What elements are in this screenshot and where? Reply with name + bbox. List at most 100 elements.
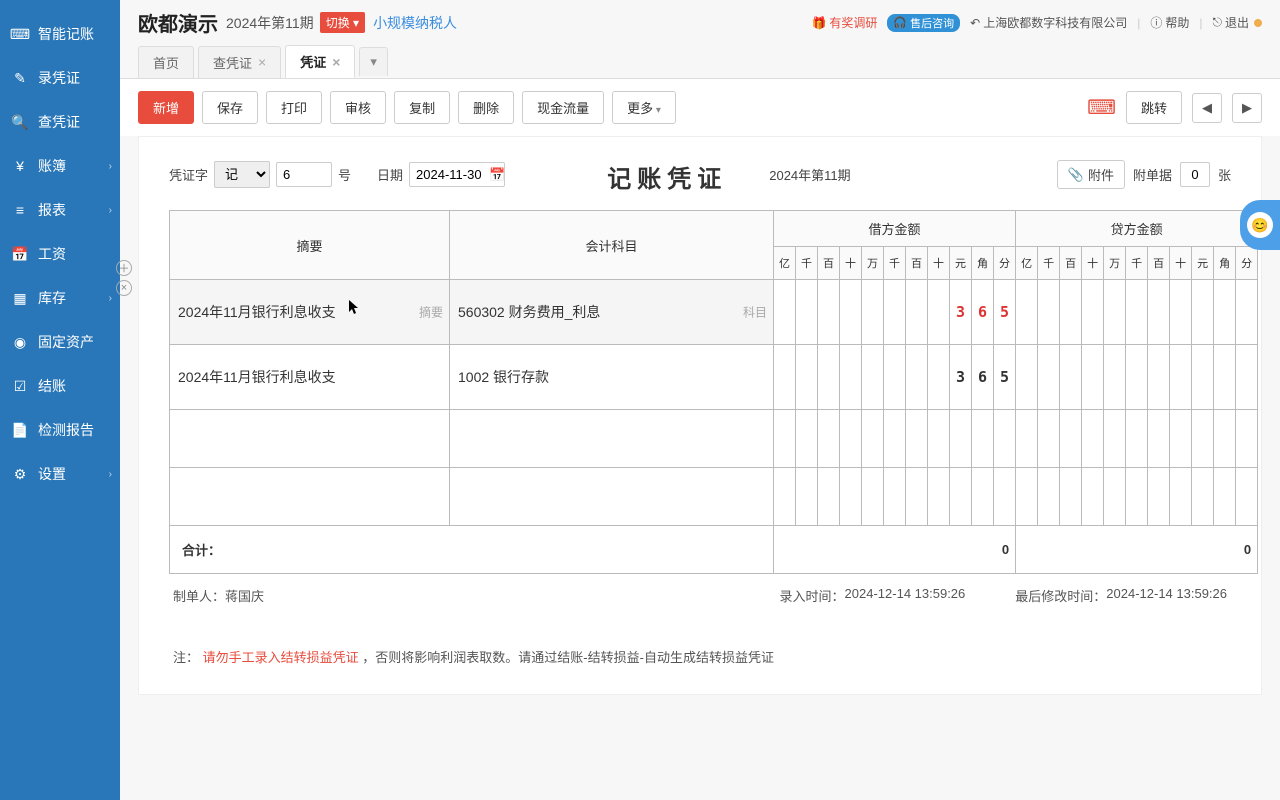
- debit-digit[interactable]: [884, 280, 906, 345]
- credit-digit[interactable]: [1038, 345, 1060, 410]
- debit-digit[interactable]: [818, 345, 840, 410]
- sidebar-item-closing[interactable]: ☑ 结账: [0, 364, 120, 408]
- credit-digit[interactable]: [1126, 345, 1148, 410]
- sidebar-item-payroll[interactable]: 📅 工资: [0, 232, 120, 276]
- debit-digit[interactable]: [884, 345, 906, 410]
- remove-row-icon[interactable]: ×: [116, 280, 132, 296]
- header-right: 🎁有奖调研 🎧售后咨询 ↶上海欧都数字科技有限公司 | ⓘ帮助 | ⎋退出: [811, 14, 1262, 32]
- debit-digit[interactable]: 5: [994, 345, 1016, 410]
- tab-home[interactable]: 首页: [138, 46, 194, 78]
- debit-digit[interactable]: [774, 280, 796, 345]
- debit-digit[interactable]: [928, 345, 950, 410]
- page-title: 欧都演示: [138, 8, 218, 37]
- number-input[interactable]: [276, 162, 332, 187]
- tax-type-link[interactable]: 小规模纳税人: [373, 13, 457, 33]
- credit-digit[interactable]: [1038, 280, 1060, 345]
- debit-digit[interactable]: 3: [950, 280, 972, 345]
- debit-digit[interactable]: [840, 280, 862, 345]
- sidebar-item-smart-entry[interactable]: ⌨ 智能记账: [0, 12, 120, 56]
- debit-digit[interactable]: [906, 280, 928, 345]
- sidebar-item-ledger[interactable]: ¥ 账簿 ›: [0, 144, 120, 188]
- attach-button[interactable]: 📎附件: [1057, 160, 1125, 189]
- total-label: 合计：: [170, 526, 774, 574]
- prev-button[interactable]: ◀: [1192, 93, 1222, 123]
- jump-button[interactable]: 跳转: [1126, 91, 1182, 124]
- list-icon: ≡: [10, 200, 30, 220]
- debit-digit[interactable]: [840, 345, 862, 410]
- debit-digit[interactable]: [862, 345, 884, 410]
- delete-button[interactable]: 删除: [458, 91, 514, 124]
- next-button[interactable]: ▶: [1232, 93, 1262, 123]
- credit-digit[interactable]: [1236, 345, 1258, 410]
- debit-digit[interactable]: [818, 280, 840, 345]
- target-icon: ◉: [10, 332, 30, 352]
- debit-digit[interactable]: [862, 280, 884, 345]
- more-button[interactable]: 更多: [612, 91, 676, 124]
- logout-link[interactable]: ⎋退出: [1212, 14, 1262, 31]
- sidebar-item-inventory[interactable]: ▦ 库存 ›: [0, 276, 120, 320]
- debit-digit[interactable]: [928, 280, 950, 345]
- col-summary: 摘要: [170, 211, 450, 280]
- sidebar-item-search-voucher[interactable]: 🔍 查凭证: [0, 100, 120, 144]
- switch-button[interactable]: 切换 ▾: [320, 12, 365, 33]
- prefix-select[interactable]: 记: [214, 161, 270, 188]
- credit-digit[interactable]: [1214, 280, 1236, 345]
- credit-digit[interactable]: [1170, 280, 1192, 345]
- debit-digit[interactable]: 6: [972, 345, 994, 410]
- help-link[interactable]: ⓘ帮助: [1150, 14, 1189, 31]
- new-button[interactable]: 新增: [138, 91, 194, 124]
- sidebar-item-entry-voucher[interactable]: ✎ 录凭证: [0, 56, 120, 100]
- debit-digit[interactable]: 6: [972, 280, 994, 345]
- summary-cell[interactable]: 2024年11月银行利息收支摘要: [170, 280, 450, 345]
- credit-digit[interactable]: [1126, 280, 1148, 345]
- tab-add-button[interactable]: ▾: [359, 47, 388, 76]
- credit-digit[interactable]: [1060, 345, 1082, 410]
- cashflow-button[interactable]: 现金流量: [522, 91, 604, 124]
- credit-digit[interactable]: [1016, 345, 1038, 410]
- after-sales-link[interactable]: 🎧售后咨询: [887, 14, 960, 32]
- credit-digit[interactable]: [1214, 345, 1236, 410]
- credit-digit[interactable]: [1104, 280, 1126, 345]
- credit-digit[interactable]: [1192, 345, 1214, 410]
- credit-digit[interactable]: [1170, 345, 1192, 410]
- debit-digit[interactable]: [796, 345, 818, 410]
- company-link[interactable]: ↶上海欧都数字科技有限公司: [970, 14, 1127, 31]
- account-cell[interactable]: 1002 银行存款: [450, 345, 774, 410]
- voucher-footer: 制单人： 蒋国庆 录入时间： 2024-12-14 13:59:26 最后修改时…: [169, 574, 1231, 617]
- save-button[interactable]: 保存: [202, 91, 258, 124]
- add-row-icon[interactable]: ＋: [116, 260, 132, 276]
- credit-digit[interactable]: [1148, 345, 1170, 410]
- debit-digit[interactable]: [906, 345, 928, 410]
- account-cell[interactable]: 560302 财务费用_利息科目: [450, 280, 774, 345]
- credit-digit[interactable]: [1082, 345, 1104, 410]
- debit-digit[interactable]: [796, 280, 818, 345]
- credit-digit[interactable]: [1192, 280, 1214, 345]
- mascot-icon[interactable]: 😊: [1240, 200, 1280, 250]
- sidebar-item-test-report[interactable]: 📄 检测报告: [0, 408, 120, 452]
- copy-button[interactable]: 复制: [394, 91, 450, 124]
- summary-cell[interactable]: 2024年11月银行利息收支: [170, 345, 450, 410]
- credit-digit[interactable]: [1104, 345, 1126, 410]
- credit-digit[interactable]: [1148, 280, 1170, 345]
- audit-button[interactable]: 审核: [330, 91, 386, 124]
- tab-search-voucher[interactable]: 查凭证×: [198, 46, 281, 78]
- credit-digit[interactable]: [1236, 280, 1258, 345]
- debit-digit[interactable]: 3: [950, 345, 972, 410]
- survey-link[interactable]: 🎁有奖调研: [811, 14, 877, 31]
- debit-digit[interactable]: 5: [994, 280, 1016, 345]
- sidebar-item-fixed-assets[interactable]: ◉ 固定资产: [0, 320, 120, 364]
- keyboard-icon[interactable]: ⌨: [1087, 95, 1116, 120]
- credit-digit[interactable]: [1060, 280, 1082, 345]
- close-icon[interactable]: ×: [332, 54, 340, 70]
- tab-voucher[interactable]: 凭证×: [285, 45, 355, 78]
- sidebar-item-label: 查凭证: [38, 112, 80, 132]
- credit-digit[interactable]: [1016, 280, 1038, 345]
- attach-count-input[interactable]: [1180, 162, 1210, 187]
- close-icon[interactable]: ×: [258, 54, 266, 70]
- print-button[interactable]: 打印: [266, 91, 322, 124]
- credit-digit[interactable]: [1082, 280, 1104, 345]
- calendar-icon[interactable]: 📅: [489, 167, 505, 183]
- sidebar-item-reports[interactable]: ≡ 报表 ›: [0, 188, 120, 232]
- debit-digit[interactable]: [774, 345, 796, 410]
- sidebar-item-settings[interactable]: ⚙ 设置 ›: [0, 452, 120, 496]
